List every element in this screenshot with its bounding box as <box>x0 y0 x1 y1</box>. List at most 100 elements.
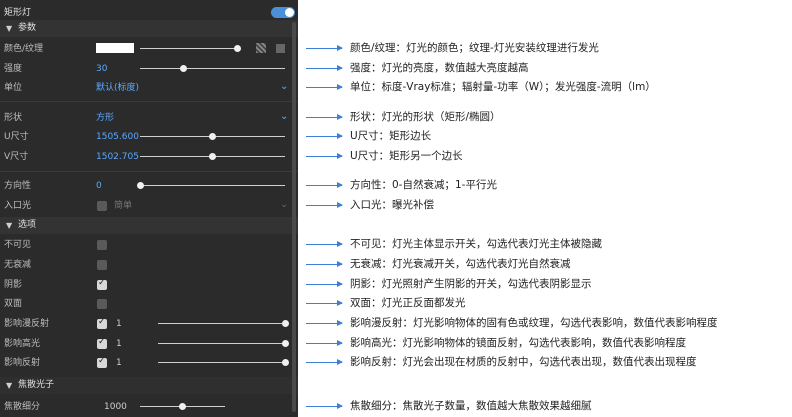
unit-select[interactable]: 默认(标度) <box>96 81 139 95</box>
row-label: 方向性 <box>4 181 32 191</box>
portal-checkbox[interactable] <box>97 201 107 211</box>
annotation-reflection: 影响反射：灯光会出现在材质的反射中，勾选代表出现，数值代表出现程度 <box>350 356 697 368</box>
annotation-shape: 形状：灯光的形状（矩形/椭圆） <box>350 111 501 123</box>
diffuse-slider-track[interactable] <box>158 323 285 324</box>
nodecay-checkbox[interactable] <box>97 260 107 270</box>
specular-value[interactable]: 1 <box>116 337 122 351</box>
row-label: 影响反射 <box>4 358 41 368</box>
arrow-icon <box>306 84 343 90</box>
row-label: 入口光 <box>4 201 32 211</box>
section-options[interactable]: ▼ 选项 <box>0 217 298 234</box>
section-title: 焦散光子 <box>18 380 55 390</box>
directivity-slider-knob[interactable] <box>136 182 144 189</box>
row-label: 单位 <box>4 83 23 93</box>
invisible-checkbox[interactable] <box>97 240 107 250</box>
intensity-slider-track[interactable] <box>140 68 285 69</box>
section-title: 参数 <box>18 23 37 33</box>
section-title: 选项 <box>18 220 37 230</box>
row-label: 形状 <box>4 113 23 123</box>
row-label: 影响漫反射 <box>4 319 50 329</box>
row-label: 无衰减 <box>4 260 32 270</box>
specular-slider-knob[interactable] <box>281 340 289 347</box>
row-label: U尺寸 <box>4 132 29 142</box>
specular-checkbox[interactable] <box>97 337 107 349</box>
reflection-slider-knob[interactable] <box>281 359 289 366</box>
caustic-sub-value[interactable]: 1000 <box>104 400 127 414</box>
arrow-icon <box>306 320 343 326</box>
annotation-color: 颜色/纹理：灯光的颜色；纹理-灯光安装纹理进行发光 <box>350 42 599 54</box>
annotation-doublesided: 双面：灯光正反面都发光 <box>350 297 466 309</box>
arrow-icon <box>306 182 343 188</box>
texture-slot-icon[interactable] <box>276 44 285 53</box>
arrow-icon <box>306 65 343 71</box>
row-label: 颜色/纹理 <box>4 44 44 54</box>
usize-value[interactable]: 1505.600 <box>96 130 139 144</box>
texture-map-icon[interactable] <box>256 43 266 53</box>
toggle-knob <box>285 8 294 17</box>
color-slider-track[interactable] <box>140 48 241 49</box>
light-properties-panel: 矩形灯 ▼ 参数 颜色/纹理 强度 30 单位 默认(标度) ⌄ 形状 方形 ⌄… <box>0 0 298 417</box>
light-enable-toggle[interactable] <box>271 7 295 18</box>
section-params[interactable]: ▼ 参数 <box>0 20 298 37</box>
vsize-value[interactable]: 1502.705 <box>96 150 139 164</box>
doublesided-checkbox[interactable] <box>97 299 107 309</box>
row-label: 影响高光 <box>4 339 41 349</box>
annotation-specular: 影响高光：灯光影响物体的镜面反射，勾选代表影响，数值代表影响程度 <box>350 337 686 349</box>
row-label: 焦散细分 <box>4 402 41 412</box>
annotation-invisible: 不可见：灯光主体显示开关，勾选代表灯光主体被隐藏 <box>350 238 602 250</box>
collapse-caret-icon: ▼ <box>6 381 13 390</box>
diffuse-value[interactable]: 1 <box>116 317 122 331</box>
annotation-vsize: U尺寸：矩形另一个边长 <box>350 150 463 162</box>
color-slider-knob[interactable] <box>234 45 242 52</box>
divider <box>0 171 298 172</box>
usize-slider-knob[interactable] <box>209 133 216 140</box>
intensity-slider-knob[interactable] <box>180 65 187 72</box>
reflection-slider-track[interactable] <box>158 362 285 363</box>
directivity-value[interactable]: 0 <box>96 179 102 193</box>
shadow-checkbox[interactable] <box>97 278 107 290</box>
panel-scrollbar[interactable] <box>292 22 296 412</box>
collapse-caret-icon: ▼ <box>6 221 13 230</box>
annotation-nodecay: 无衰减：灯光衰减开关，勾选代表灯光自然衰减 <box>350 258 571 270</box>
reflection-value[interactable]: 1 <box>116 356 122 370</box>
row-label: 不可见 <box>4 240 32 250</box>
chevron-down-icon[interactable]: ⌄ <box>280 81 288 93</box>
arrow-icon <box>306 153 343 159</box>
arrow-icon <box>306 114 343 120</box>
caustic-sub-slider-knob[interactable] <box>179 403 186 410</box>
color-swatch[interactable] <box>96 43 134 53</box>
specular-slider-track[interactable] <box>158 343 285 344</box>
portal-mode-select[interactable]: 简单 <box>114 199 132 213</box>
chevron-down-icon[interactable]: ⌄ <box>280 199 288 211</box>
arrow-icon <box>306 403 343 409</box>
row-label: 双面 <box>4 299 23 309</box>
divider <box>0 101 298 102</box>
arrow-icon <box>306 359 343 365</box>
shape-select[interactable]: 方形 <box>96 111 114 125</box>
annotation-directivity: 方向性：0-自然衰减；1-平行光 <box>350 179 497 191</box>
arrow-icon <box>306 45 343 51</box>
intensity-value[interactable]: 30 <box>96 62 107 76</box>
section-caustics[interactable]: ▼ 焦散光子 <box>0 377 298 394</box>
arrow-icon <box>306 261 343 267</box>
reflection-checkbox[interactable] <box>97 356 107 368</box>
directivity-slider-track[interactable] <box>140 185 285 186</box>
panel-title: 矩形灯 <box>4 8 32 18</box>
row-label: V尺寸 <box>4 152 29 162</box>
annotation-unit: 单位：标度-Vray标准；辐射量-功率（W）；发光强度-流明（lm） <box>350 81 656 93</box>
diffuse-checkbox[interactable] <box>97 317 107 329</box>
arrow-icon <box>306 241 343 247</box>
row-label: 强度 <box>4 64 23 74</box>
annotation-intensity: 强度：灯光的亮度，数值越大亮度越高 <box>350 62 529 74</box>
arrow-icon <box>306 133 343 139</box>
arrow-icon <box>306 202 343 208</box>
row-label: 阴影 <box>4 280 23 290</box>
annotation-portal: 入口光：曝光补偿 <box>350 199 434 211</box>
arrow-icon <box>306 300 343 306</box>
chevron-down-icon[interactable]: ⌄ <box>280 111 288 123</box>
annotation-usize: U尺寸：矩形边长 <box>350 130 432 142</box>
diffuse-slider-knob[interactable] <box>281 320 289 327</box>
arrow-icon <box>306 281 343 287</box>
annotation-shadow: 阴影：灯光照射产生阴影的开关，勾选代表阴影显示 <box>350 278 592 290</box>
vsize-slider-knob[interactable] <box>209 153 216 160</box>
